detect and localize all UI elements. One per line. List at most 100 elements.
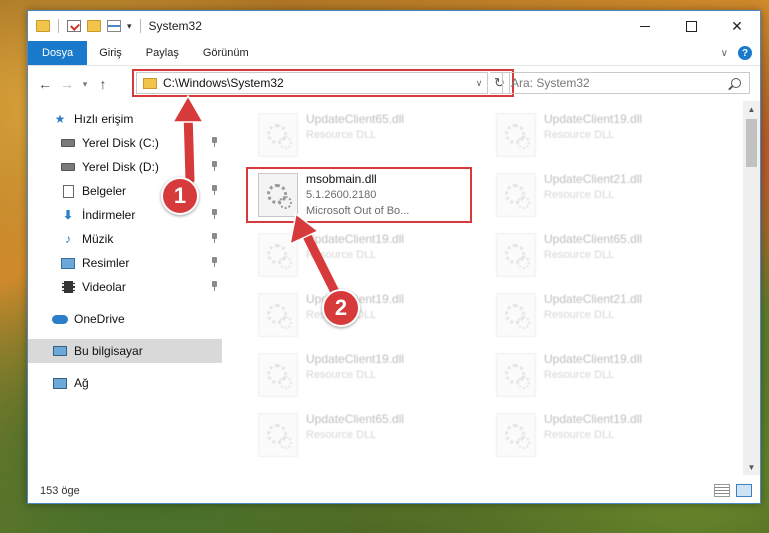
tab-home[interactable]: Giriş — [87, 41, 134, 65]
file-type: Resource DLL — [544, 309, 615, 321]
item-count: 153 öge — [40, 485, 80, 497]
sidebar-item-quick-access[interactable]: ★ Hızlı erişim — [28, 107, 222, 131]
file-name: UpdateClient19.dll — [544, 112, 643, 126]
network-icon — [52, 376, 68, 390]
help-icon[interactable]: ? — [738, 46, 752, 60]
sidebar-item-network[interactable]: Ağ — [28, 371, 222, 395]
dll-file-icon — [496, 413, 536, 457]
sidebar-item-label: Belgeler — [82, 184, 127, 198]
file-tile[interactable]: UpdateClient19.dllResource DLL — [252, 289, 482, 341]
sidebar-item-label: Yerel Disk (C:) — [82, 136, 159, 150]
file-type: Resource DLL — [306, 249, 377, 261]
back-button[interactable]: ← — [34, 76, 56, 92]
pin-icon[interactable] — [210, 185, 218, 195]
recent-locations-button[interactable]: ▾ — [78, 79, 92, 90]
file-tile[interactable]: UpdateClient19.dllResource DLL — [490, 349, 720, 401]
step-badge-2: 2 — [322, 289, 360, 327]
expand-ribbon-icon[interactable]: ∨ — [721, 48, 728, 59]
new-folder-icon[interactable] — [87, 20, 101, 32]
file-type: Resource DLL — [306, 129, 377, 141]
file-tile[interactable]: UpdateClient21.dll Resource DLL — [490, 289, 720, 341]
close-button[interactable]: ✕ — [714, 11, 760, 41]
drive-icon — [60, 160, 76, 174]
minimize-button[interactable] — [622, 11, 668, 41]
pin-icon[interactable] — [210, 233, 218, 243]
pictures-icon — [60, 256, 76, 270]
computer-icon — [52, 344, 68, 358]
tab-view[interactable]: Görünüm — [191, 41, 261, 65]
file-type: Resource DLL — [544, 369, 615, 381]
details-view-icon[interactable] — [714, 484, 730, 497]
file-tile[interactable]: UpdateClient19.dll Resource DLL — [252, 229, 482, 281]
sidebar-item-videos[interactable]: Videolar — [28, 275, 222, 299]
sidebar-item-onedrive[interactable]: OneDrive — [28, 307, 222, 331]
dll-file-icon — [258, 413, 298, 457]
onedrive-icon — [52, 312, 68, 326]
maximize-button[interactable] — [668, 11, 714, 41]
scrollbar-thumb[interactable] — [746, 119, 757, 167]
file-name: UpdateClient21.dll — [544, 172, 643, 186]
scroll-up-arrow-icon[interactable]: ▲ — [743, 101, 760, 117]
up-button[interactable]: ↑ — [92, 76, 114, 92]
forward-button[interactable]: → — [56, 76, 78, 92]
navigation-bar: ← → ▾ ↑ C:\Windows\System32 ∨ ↻ Ara: Sys… — [28, 69, 760, 98]
file-type: Resource DLL — [544, 249, 615, 261]
file-type: Resource DLL — [544, 129, 615, 141]
chevron-down-icon[interactable]: ▾ — [127, 21, 132, 32]
search-placeholder: Ara: System32 — [511, 76, 590, 90]
dll-file-icon — [496, 113, 536, 157]
file-name: UpdateClient19.dll — [306, 232, 405, 246]
sidebar-item-label: Resimler — [82, 256, 130, 270]
pin-icon[interactable] — [210, 257, 218, 267]
ribbon-tabs: Dosya Giriş Paylaş Görünüm ∨ ? — [28, 41, 760, 66]
dll-file-icon — [496, 233, 536, 277]
file-name: UpdateClient19.dll — [544, 412, 643, 426]
videos-icon — [60, 280, 76, 294]
file-tile[interactable]: UpdateClient65.dll Resource DLL — [252, 109, 482, 161]
file-type: Resource DLL — [544, 189, 615, 201]
folder-icon[interactable] — [36, 20, 50, 32]
file-type: Resource DLL — [544, 429, 615, 441]
file-tile[interactable]: UpdateClient19.dllResource DLL — [252, 349, 482, 401]
explorer-window: ▾ System32 ✕ Dosya Giriş Paylaş Görünüm … — [27, 10, 761, 504]
sidebar-item-local-disk-d[interactable]: Yerel Disk (D:) — [28, 155, 222, 179]
pin-icon[interactable] — [210, 161, 218, 171]
scroll-down-arrow-icon[interactable]: ▼ — [743, 459, 760, 475]
file-name: UpdateClient19.dll — [306, 352, 405, 366]
file-name: UpdateClient21.dll — [544, 292, 643, 306]
dll-file-icon — [496, 293, 536, 337]
pin-icon[interactable] — [210, 281, 218, 291]
separator — [139, 19, 141, 33]
step-badge-1: 1 — [161, 177, 199, 215]
search-box[interactable]: Ara: System32 — [502, 72, 750, 94]
large-icons-view-icon[interactable] — [736, 484, 752, 497]
sidebar-item-this-pc[interactable]: Bu bilgisayar — [28, 339, 222, 363]
star-icon: ★ — [54, 112, 66, 126]
drive-icon — [60, 136, 76, 150]
file-name: UpdateClient65.dll — [544, 232, 643, 246]
quick-access-toolbar: ▾ — [28, 19, 143, 33]
file-tile[interactable]: UpdateClient19.dll Resource DLL — [490, 409, 720, 461]
sidebar-item-label: Müzik — [82, 232, 114, 246]
sidebar-item-label: Ağ — [74, 376, 89, 390]
pin-icon[interactable] — [210, 209, 218, 219]
search-icon[interactable] — [731, 78, 741, 88]
tab-file[interactable]: Dosya — [28, 41, 88, 65]
customize-icon[interactable] — [107, 20, 121, 32]
file-tile[interactable]: UpdateClient19.dll Resource DLL — [490, 109, 720, 161]
sidebar-item-local-disk-c[interactable]: Yerel Disk (C:) — [28, 131, 222, 155]
vertical-scrollbar[interactable]: ▲ ▼ — [743, 101, 760, 475]
address-highlight-box — [132, 69, 514, 97]
sidebar-item-pictures[interactable]: Resimler — [28, 251, 222, 275]
properties-icon[interactable] — [67, 20, 81, 32]
pin-icon[interactable] — [210, 137, 218, 147]
window-controls: ✕ — [622, 11, 760, 41]
dll-file-icon — [258, 113, 298, 157]
file-name: UpdateClient65.dll — [306, 412, 405, 426]
sidebar-item-music[interactable]: ♪ Müzik — [28, 227, 222, 251]
file-tile[interactable]: UpdateClient65.dll Resource DLL — [490, 229, 720, 281]
file-type: Resource DLL — [306, 429, 377, 441]
file-tile[interactable]: UpdateClient65.dll Resource DLL — [252, 409, 482, 461]
file-tile[interactable]: UpdateClient21.dll Resource DLL — [490, 169, 720, 221]
tab-share[interactable]: Paylaş — [134, 41, 191, 65]
